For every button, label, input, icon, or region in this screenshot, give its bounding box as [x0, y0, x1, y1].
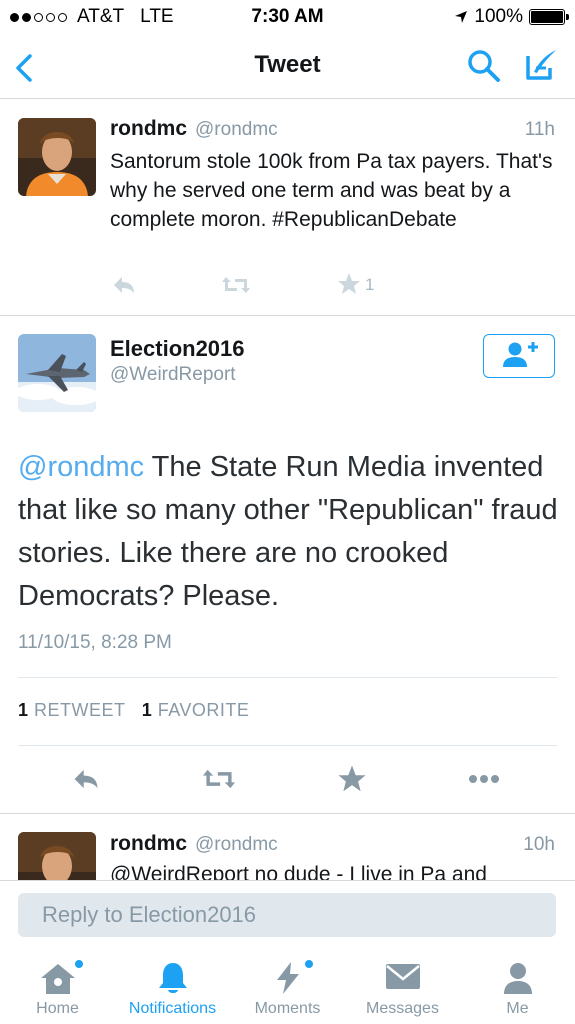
- battery-percent: 100%: [474, 6, 523, 27]
- author-name[interactable]: rondmc: [110, 117, 187, 141]
- focused-tweet: Election2016 @WeirdReport @rondmc The St…: [0, 316, 575, 814]
- tab-home[interactable]: Home: [0, 940, 115, 1024]
- tab-me[interactable]: Me: [460, 940, 575, 1024]
- tab-moments[interactable]: Moments: [230, 940, 345, 1024]
- bell-icon: [158, 963, 187, 993]
- tweet-date: 11/10/15, 8:28 PM: [18, 632, 172, 653]
- more-options-icon[interactable]: [466, 767, 502, 791]
- favorite-label[interactable]: FAVORITE: [158, 700, 250, 720]
- location-arrow-icon: [455, 11, 468, 23]
- tab-label: Home: [36, 1000, 79, 1017]
- favorite-count: 1: [141, 700, 153, 720]
- tweet-actions: 1: [110, 271, 410, 301]
- tweet-text: @rondmc The State Run Media invented tha…: [18, 446, 558, 618]
- add-user-icon: [502, 341, 538, 367]
- reply-bar: [0, 880, 575, 941]
- reply-icon[interactable]: [70, 763, 102, 795]
- tab-label: Notifications: [128, 1000, 217, 1017]
- home-unread-dot: [75, 960, 83, 968]
- tweet-text: Santorum stole 100k from Pa tax payers. …: [110, 150, 553, 231]
- tweet-stats: 1 RETWEET 1 FAVORITE: [18, 700, 249, 721]
- battery-icon: [529, 9, 569, 25]
- person-icon: [503, 963, 532, 994]
- envelope-icon: [385, 964, 420, 989]
- retweet-label[interactable]: RETWEET: [34, 700, 125, 720]
- reply-input[interactable]: [18, 893, 556, 937]
- favorite-count: 1: [365, 275, 375, 294]
- retweet-icon[interactable]: [200, 763, 238, 795]
- parent-tweet[interactable]: rondmc @rondmc 11h Santorum stole 100k f…: [0, 99, 575, 316]
- tab-messages[interactable]: Messages: [345, 940, 460, 1024]
- tweet-timestamp: 10h: [523, 834, 555, 855]
- star-icon[interactable]: [336, 271, 362, 297]
- author-handle: @rondmc: [195, 119, 278, 140]
- tab-label: Moments: [254, 1000, 321, 1017]
- divider: [18, 745, 557, 746]
- status-bar: AT&T LTE 7:30 AM 100%: [0, 0, 575, 34]
- tab-label: Me: [506, 1000, 529, 1017]
- nav-bar: Tweet: [0, 34, 575, 99]
- divider: [18, 677, 557, 678]
- reply-icon[interactable]: [110, 271, 138, 299]
- tweet-actions: [0, 761, 575, 797]
- reply-tweet[interactable]: rondmc @rondmc 10h @WeirdReport no dude …: [0, 814, 575, 880]
- retweet-count: 1: [18, 700, 29, 720]
- author-name[interactable]: rondmc: [110, 832, 187, 856]
- tab-notifications[interactable]: Notifications: [115, 940, 230, 1024]
- tab-label: Messages: [366, 1000, 439, 1017]
- home-icon: [40, 964, 75, 994]
- avatar[interactable]: [18, 334, 96, 412]
- tab-bar: Home Notifications Moments Messages Me: [0, 940, 575, 1024]
- moments-unread-dot: [305, 960, 313, 968]
- tweet-timestamp: 11h: [524, 119, 555, 140]
- author-name[interactable]: Election2016: [110, 336, 245, 362]
- star-icon[interactable]: [336, 763, 368, 795]
- retweet-icon[interactable]: [220, 271, 252, 299]
- compose-icon[interactable]: [522, 46, 560, 84]
- lightning-icon: [276, 962, 299, 994]
- follow-button[interactable]: [483, 334, 555, 378]
- tweet-text: @WeirdReport no dude - I live in Pa and: [110, 863, 487, 880]
- avatar[interactable]: [18, 832, 96, 880]
- author-handle: @WeirdReport: [110, 364, 236, 385]
- mention-link[interactable]: @rondmc: [18, 451, 144, 483]
- author-handle: @rondmc: [195, 834, 278, 855]
- avatar[interactable]: [18, 118, 96, 196]
- search-icon[interactable]: [466, 48, 502, 84]
